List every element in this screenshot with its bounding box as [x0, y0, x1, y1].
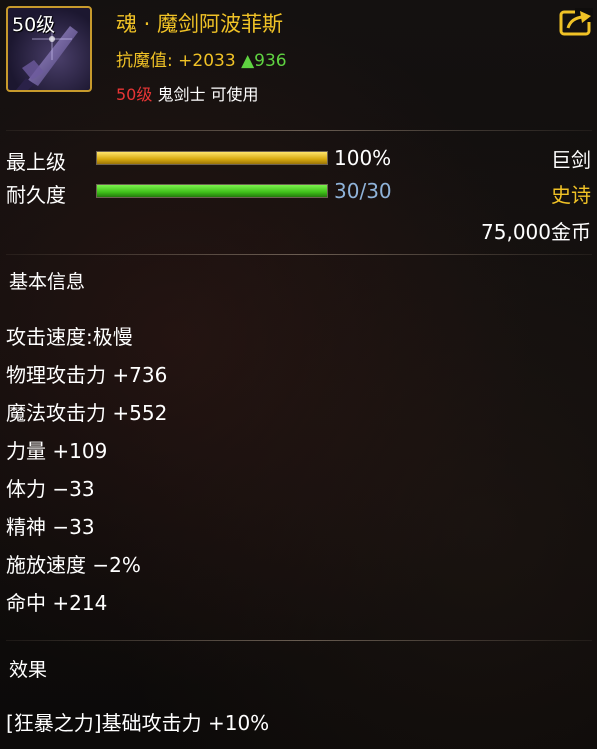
anti-magic-value: +2033	[178, 51, 236, 71]
required-level: 50级	[116, 85, 153, 104]
weapon-type: 巨剑	[551, 148, 591, 172]
attr-line: 力量 +109	[6, 439, 108, 463]
attr-line: 命中 +214	[6, 591, 108, 615]
price: 75,000金币	[481, 220, 591, 244]
divider	[6, 640, 592, 641]
grade-bar	[96, 151, 328, 165]
icon-level-badge: 50级	[12, 14, 56, 36]
required-class: 鬼剑士 可使用	[152, 85, 259, 104]
attr-line: 体力 −33	[6, 477, 95, 501]
divider	[6, 130, 592, 131]
grade-value: 100%	[334, 146, 392, 170]
grade-label: 最上级	[6, 150, 66, 174]
anti-magic-line: 抗魔值: +2033 ▲936	[116, 46, 287, 71]
anti-magic-label: 抗魔值:	[116, 51, 173, 71]
rarity: 史诗	[551, 183, 591, 207]
requirement-line: 50级 鬼剑士 可使用	[116, 81, 259, 105]
attr-line: 攻击速度:极慢	[6, 325, 133, 349]
durability-bar-fill	[97, 185, 327, 197]
divider	[6, 254, 592, 255]
share-button[interactable]	[559, 8, 593, 36]
item-icon[interactable]: 50级	[6, 6, 92, 92]
effects-title: 效果	[9, 659, 48, 681]
effect-line: [狂暴之力]基础攻击力 +10%	[6, 711, 270, 735]
attr-line: 魔法攻击力 +552	[6, 401, 168, 425]
anti-magic-bonus: ▲936	[241, 51, 287, 71]
durability-bar	[96, 184, 328, 198]
grade-bar-fill	[97, 152, 327, 164]
share-icon	[559, 8, 593, 36]
attr-line: 施放速度 −2%	[6, 553, 141, 577]
item-name: 魂 · 魔剑阿波菲斯	[116, 12, 284, 36]
item-tooltip-panel: 50级 魂 · 魔剑阿波菲斯 抗魔值: +2033 ▲936 50级 鬼剑士 可…	[0, 0, 597, 749]
attr-line: 物理攻击力 +736	[6, 363, 168, 387]
attr-line: 精神 −33	[6, 515, 95, 539]
durability-label: 耐久度	[6, 183, 66, 207]
durability-value: 30/30	[334, 179, 392, 203]
basic-info-title: 基本信息	[9, 271, 86, 293]
